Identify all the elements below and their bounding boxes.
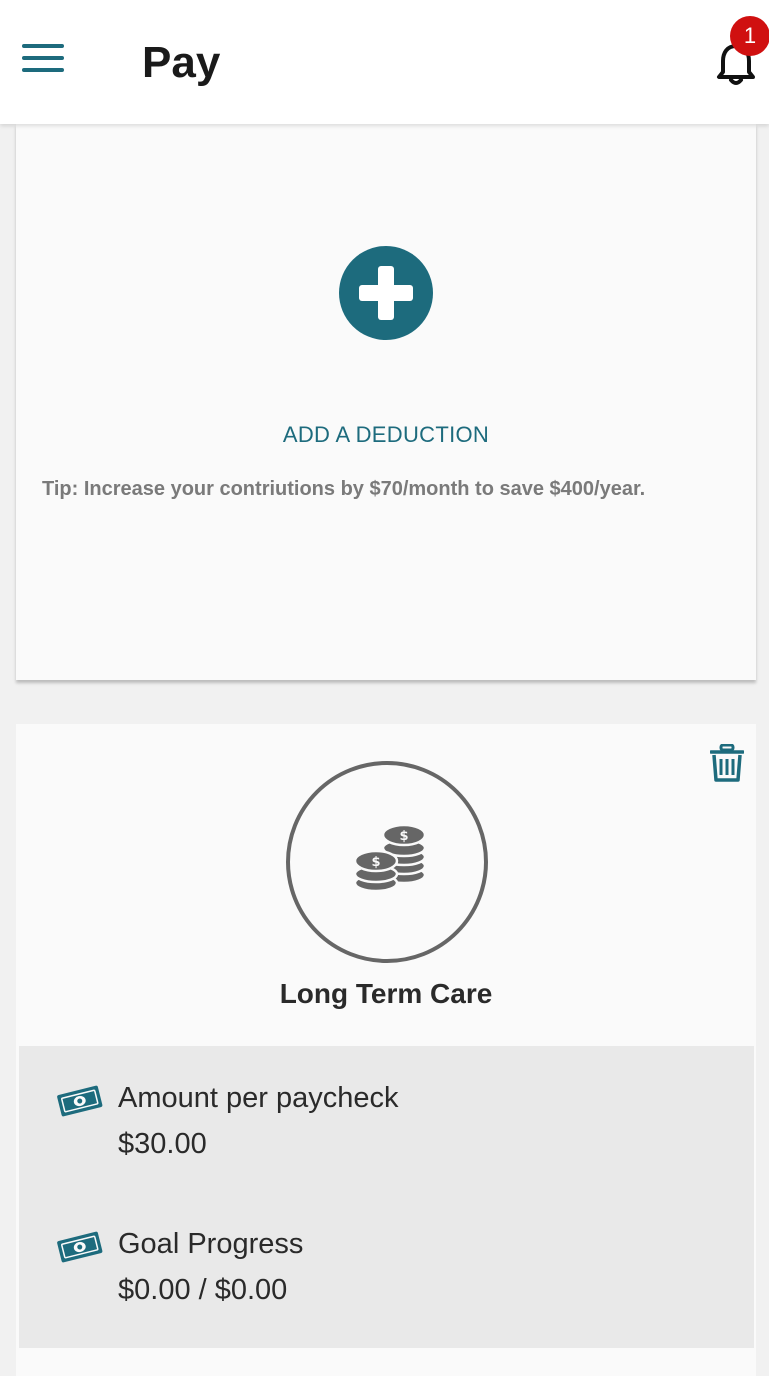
money-bill-icon	[57, 1085, 103, 1117]
add-deduction-card: ADD A DEDUCTION Tip: Increase your contr…	[16, 124, 756, 680]
plus-circle-icon[interactable]	[339, 246, 433, 340]
amount-per-paycheck-row[interactable]: Amount per paycheck $30.00	[19, 1076, 754, 1196]
page-title: Pay	[142, 38, 221, 87]
money-bill-icon	[57, 1231, 103, 1263]
amount-label: Amount per paycheck	[118, 1082, 399, 1114]
savings-tip: Tip: Increase your contriutions by $70/m…	[42, 478, 646, 500]
goal-progress-value: $0.00 / $0.00	[118, 1274, 288, 1306]
deduction-card: $ $ Long Term Care Amount per paycheck $…	[16, 724, 756, 1376]
coins-icon: $ $	[354, 823, 427, 893]
top-app-bar: Pay 1	[0, 0, 769, 124]
notification-badge[interactable]: 1	[730, 16, 769, 56]
hamburger-menu-icon[interactable]	[22, 44, 64, 76]
add-deduction-button[interactable]: ADD A DEDUCTION	[16, 422, 756, 448]
category-badge: $ $	[286, 761, 488, 963]
deduction-details: Amount per paycheck $30.00 Goal Progress…	[19, 1046, 754, 1348]
svg-text:$: $	[371, 855, 380, 870]
deduction-title: Long Term Care	[279, 978, 493, 1009]
svg-text:$: $	[399, 829, 408, 844]
goal-progress-row[interactable]: Goal Progress $0.00 / $0.00	[19, 1222, 754, 1342]
trash-icon[interactable]	[710, 744, 744, 782]
amount-value: $30.00	[118, 1128, 207, 1160]
goal-progress-label: Goal Progress	[118, 1228, 304, 1260]
